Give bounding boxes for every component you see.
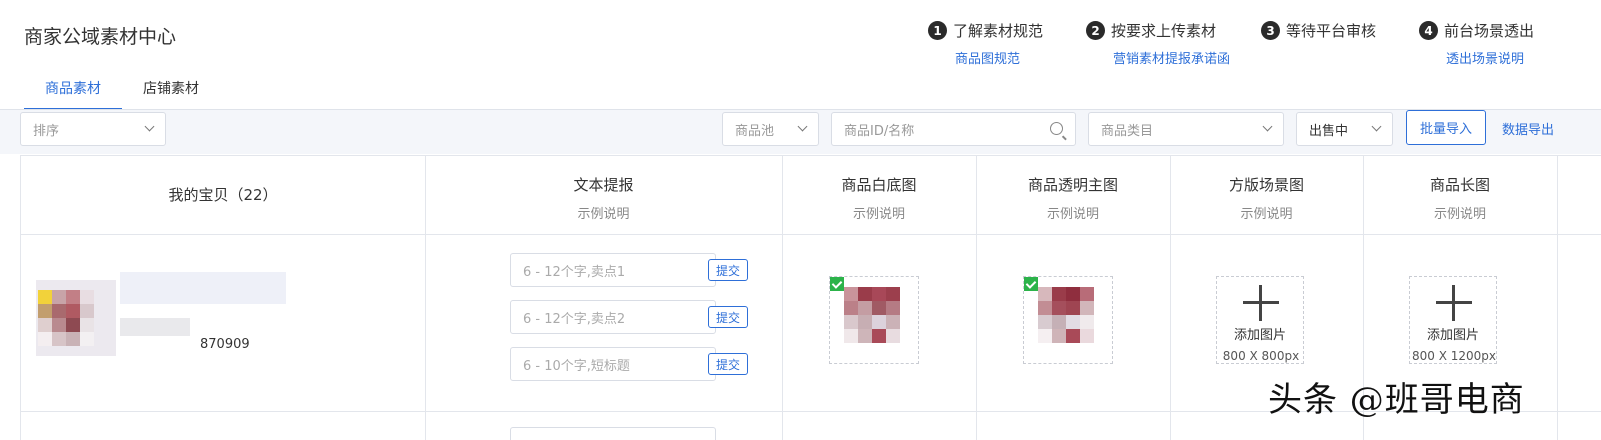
step-1: 1 了解素材规范 商品图规范 [928, 20, 1044, 67]
step-link-image-spec[interactable]: 商品图规范 [955, 48, 1020, 67]
search-input[interactable]: 商品ID/名称 [831, 112, 1076, 146]
product-meta-blur [120, 318, 190, 336]
example-link[interactable]: 示例说明 [976, 203, 1170, 222]
short-title-input[interactable]: 6 - 10个字,短标题 [510, 347, 716, 381]
filter-bar: 排序 商品池 商品ID/名称 商品类目 出售中 批量导入 数据导出 [0, 110, 1601, 154]
transparent-image [1038, 287, 1094, 343]
step-4: 4 前台场景透出 透出场景说明 [1419, 20, 1535, 67]
white-bg-image [844, 287, 900, 343]
column-title: 文本提报 [573, 176, 634, 194]
export-data-link[interactable]: 数据导出 [1502, 119, 1554, 138]
product-id: 870909 [200, 337, 250, 352]
chevron-down-icon [1371, 121, 1382, 132]
product-title-blur [120, 272, 286, 304]
column-header-long-image: 商品长图 示例说明 [1363, 156, 1557, 234]
pool-select-value: 商品池 [735, 123, 775, 139]
column-header-white-bg: 商品白底图 示例说明 [782, 156, 976, 234]
transparent-image-slot[interactable] [1023, 276, 1113, 364]
category-select[interactable]: 商品类目 [1088, 112, 1284, 146]
column-header-text: 文本提报 示例说明 [425, 156, 782, 234]
sort-select[interactable]: 排序 [20, 112, 166, 146]
input-placeholder: 6 - 12个字,卖点2 [523, 311, 626, 327]
sort-select-value: 排序 [33, 123, 60, 139]
status-select-value: 出售中 [1309, 123, 1349, 139]
example-link[interactable]: 示例说明 [1170, 203, 1363, 222]
step-label: 等待平台审核 [1286, 22, 1377, 40]
plus-icon [1436, 285, 1472, 321]
column-title: 我的宝贝（22） [168, 186, 278, 204]
next-row-input[interactable] [510, 427, 716, 440]
step-number-icon: 4 [1419, 21, 1438, 40]
selling-point-2-input[interactable]: 6 - 12个字,卖点2 [510, 300, 716, 334]
selected-check-icon [1024, 277, 1038, 291]
status-select[interactable]: 出售中 [1296, 112, 1393, 146]
step-link-scene[interactable]: 透出场景说明 [1446, 48, 1524, 67]
step-3: 3 等待平台审核 [1261, 20, 1376, 41]
white-bg-image-slot[interactable] [829, 276, 919, 364]
add-image-label: 添加图片 [1233, 328, 1286, 343]
tab-shop-material[interactable]: 店铺素材 [122, 70, 220, 110]
step-label: 前台场景透出 [1444, 22, 1535, 40]
watermark: 头条 @班哥电商 [1268, 380, 1525, 420]
column-divider [1557, 156, 1558, 440]
row-divider [21, 234, 1601, 235]
add-long-image[interactable]: 添加图片 800 X 1200px [1409, 276, 1497, 364]
submit-button[interactable]: 提交 [708, 353, 748, 375]
search-icon[interactable] [1050, 122, 1063, 135]
product-image [38, 290, 94, 346]
submit-button[interactable]: 提交 [708, 306, 748, 328]
chevron-down-icon [1262, 121, 1273, 132]
pool-select[interactable]: 商品池 [722, 112, 819, 146]
column-header-square-scene: 方版场景图 示例说明 [1170, 156, 1363, 234]
step-label: 按要求上传素材 [1111, 22, 1217, 40]
column-header-my-items: 我的宝贝（22） [21, 156, 425, 234]
category-select-value: 商品类目 [1101, 123, 1154, 139]
search-placeholder: 商品ID/名称 [844, 123, 915, 139]
page: 商家公域素材中心 1 了解素材规范 商品图规范 2 按要求上传素材 营销素材提报承诺… [0, 0, 1601, 440]
add-square-scene-image[interactable]: 添加图片 800 X 800px [1216, 276, 1304, 364]
example-link[interactable]: 示例说明 [782, 203, 976, 222]
column-title: 商品长图 [1429, 176, 1490, 194]
example-link[interactable]: 示例说明 [1363, 203, 1557, 222]
input-placeholder: 6 - 12个字,卖点1 [523, 264, 626, 280]
step-number-icon: 1 [928, 21, 947, 40]
example-link[interactable]: 示例说明 [425, 203, 782, 222]
selling-point-1-input[interactable]: 6 - 12个字,卖点1 [510, 253, 716, 287]
step-2: 2 按要求上传素材 营销素材提报承诺函 [1086, 20, 1230, 67]
batch-import-button[interactable]: 批量导入 [1406, 110, 1486, 145]
column-title: 商品白底图 [841, 176, 917, 194]
step-label: 了解素材规范 [953, 22, 1044, 40]
chevron-down-icon [144, 121, 155, 132]
selected-check-icon [830, 277, 844, 291]
step-number-icon: 2 [1086, 21, 1105, 40]
image-size-hint: 800 X 1200px [1411, 349, 1496, 363]
step-link-commitment[interactable]: 营销素材提报承诺函 [1113, 48, 1230, 67]
image-size-hint: 800 X 800px [1222, 349, 1300, 363]
plus-icon [1243, 285, 1279, 321]
tab-bar: 商品素材 店铺素材 [24, 70, 220, 110]
column-title: 商品透明主图 [1027, 176, 1118, 194]
steps-guide: 1 了解素材规范 商品图规范 2 按要求上传素材 营销素材提报承诺函 3 等待平台审核… [0, 20, 1601, 80]
step-number-icon: 3 [1261, 21, 1280, 40]
tab-product-material[interactable]: 商品素材 [24, 70, 122, 110]
submit-button[interactable]: 提交 [708, 259, 748, 281]
chevron-down-icon [797, 121, 808, 132]
add-image-label: 添加图片 [1426, 328, 1479, 343]
column-header-transparent: 商品透明主图 示例说明 [976, 156, 1170, 234]
input-placeholder: 6 - 10个字,短标题 [523, 358, 630, 374]
column-title: 方版场景图 [1228, 176, 1304, 194]
